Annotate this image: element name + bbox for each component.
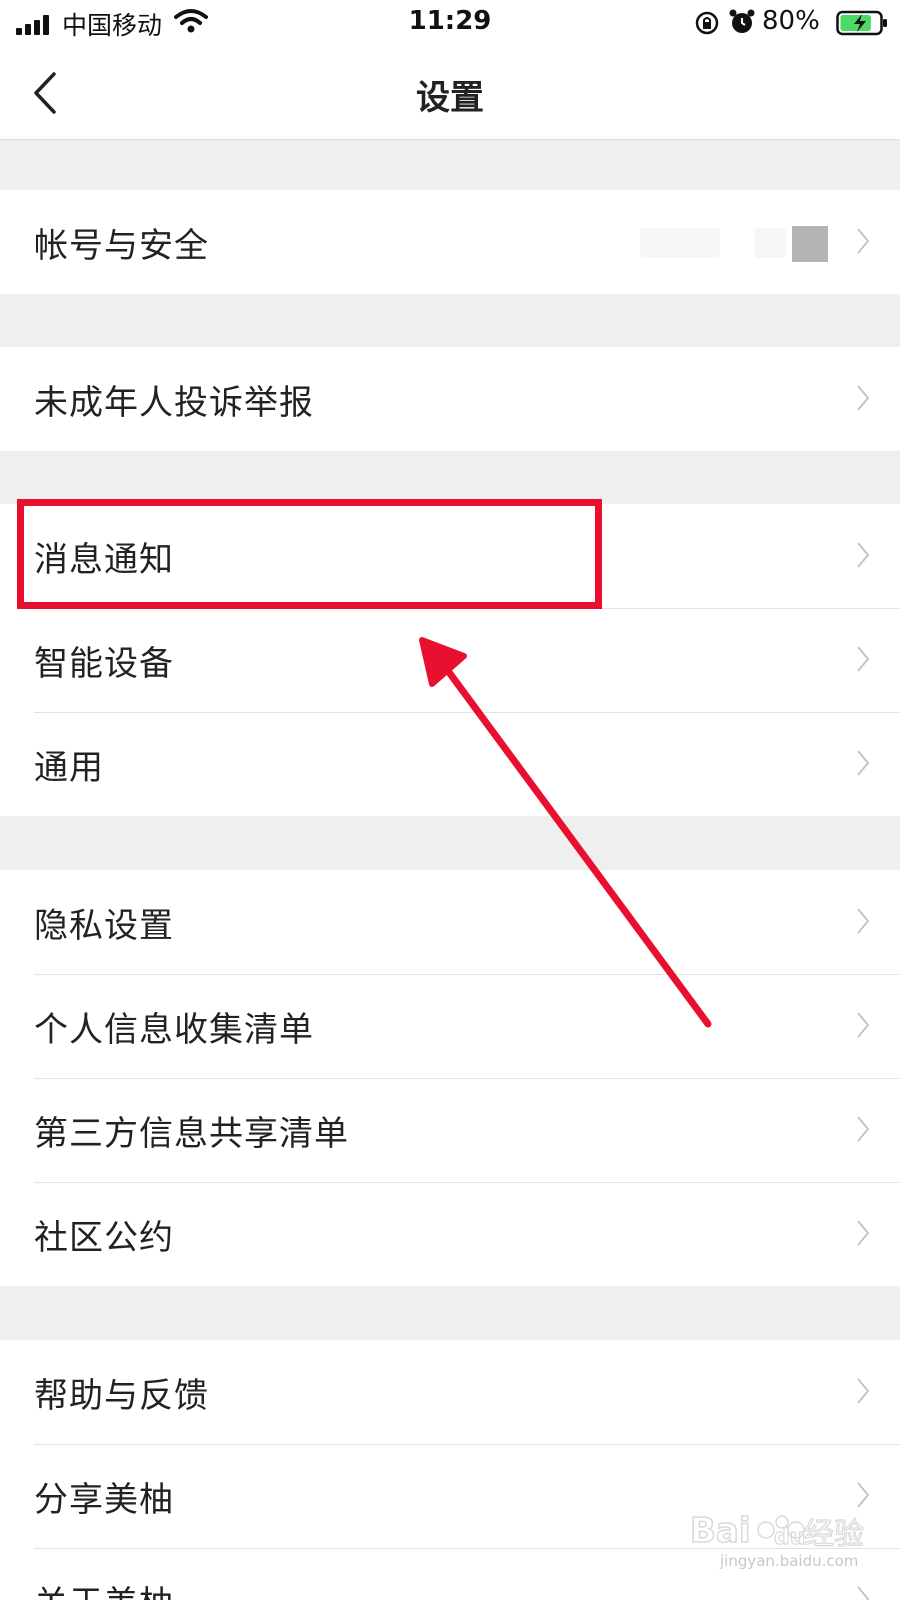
row-divider	[34, 974, 900, 975]
chevron-right-icon	[857, 750, 870, 776]
account-info-blurred	[640, 228, 720, 258]
settings-item-help-feedback[interactable]: 帮助与反馈	[0, 1340, 900, 1444]
settings-item-label: 未成年人投诉举报	[34, 383, 314, 423]
svg-text:Bai: Bai	[690, 1511, 751, 1551]
navigation-bar: 设置	[0, 46, 900, 140]
chevron-right-icon	[857, 908, 870, 934]
settings-item-label: 通用	[34, 748, 104, 788]
avatar	[792, 226, 828, 262]
chevron-right-icon	[857, 1586, 870, 1600]
settings-item-label: 帮助与反馈	[34, 1376, 209, 1416]
chevron-right-icon	[857, 228, 870, 254]
chevron-right-icon	[857, 1116, 870, 1142]
chevron-right-icon	[857, 646, 870, 672]
annotation-highlight-box	[17, 499, 602, 609]
status-bar: 中国移动 11:29 80%	[0, 0, 900, 46]
chevron-right-icon	[857, 542, 870, 568]
settings-item-label: 隐私设置	[34, 906, 174, 946]
settings-item-privacy[interactable]: 隐私设置	[0, 870, 900, 974]
settings-item-label: 社区公约	[34, 1218, 174, 1258]
settings-screen: 中国移动 11:29 80% 设置 帐号与安全 未成年人投诉举报 消息通知 智能…	[0, 0, 900, 1600]
row-divider	[34, 1078, 900, 1079]
settings-item-general[interactable]: 通用	[0, 712, 900, 816]
row-divider	[34, 1182, 900, 1183]
page-title: 设置	[416, 78, 484, 118]
svg-text:经验: 经验	[804, 1517, 864, 1552]
alarm-icon	[729, 9, 755, 33]
row-divider	[34, 1444, 900, 1445]
settings-item-label: 分享美柚	[34, 1480, 174, 1520]
settings-item-account-security[interactable]: 帐号与安全	[0, 190, 900, 294]
battery-charging-icon	[836, 10, 887, 36]
settings-item-label: 智能设备	[34, 644, 174, 684]
settings-item-label: 关于美柚	[34, 1576, 174, 1600]
battery-percent: 80%	[762, 6, 820, 36]
account-info-blurred	[754, 228, 786, 258]
settings-group-account: 帐号与安全	[0, 190, 900, 294]
settings-item-label: 个人信息收集清单	[34, 1010, 314, 1050]
chevron-right-icon	[857, 1012, 870, 1038]
settings-item-smart-devices[interactable]: 智能设备	[0, 608, 900, 712]
settings-item-personal-info-list[interactable]: 个人信息收集清单	[0, 974, 900, 1078]
settings-item-minor-complaint[interactable]: 未成年人投诉举报	[0, 347, 900, 451]
chevron-right-icon	[857, 1220, 870, 1246]
chevron-right-icon	[857, 385, 870, 411]
settings-item-label: 第三方信息共享清单	[34, 1114, 349, 1154]
chevron-right-icon	[857, 1378, 870, 1404]
rotation-lock-icon	[695, 11, 719, 35]
settings-item-label: 帐号与安全	[34, 226, 209, 266]
settings-item-community-guidelines[interactable]: 社区公约	[0, 1182, 900, 1286]
watermark-url: jingyan.baidu.com	[720, 1552, 859, 1570]
settings-group-minor-report: 未成年人投诉举报	[0, 347, 900, 451]
settings-group-privacy: 隐私设置 个人信息收集清单 第三方信息共享清单 社区公约	[0, 870, 900, 1286]
settings-item-third-party-sharing[interactable]: 第三方信息共享清单	[0, 1078, 900, 1182]
row-divider	[34, 712, 900, 713]
svg-text:du: du	[774, 1525, 805, 1550]
